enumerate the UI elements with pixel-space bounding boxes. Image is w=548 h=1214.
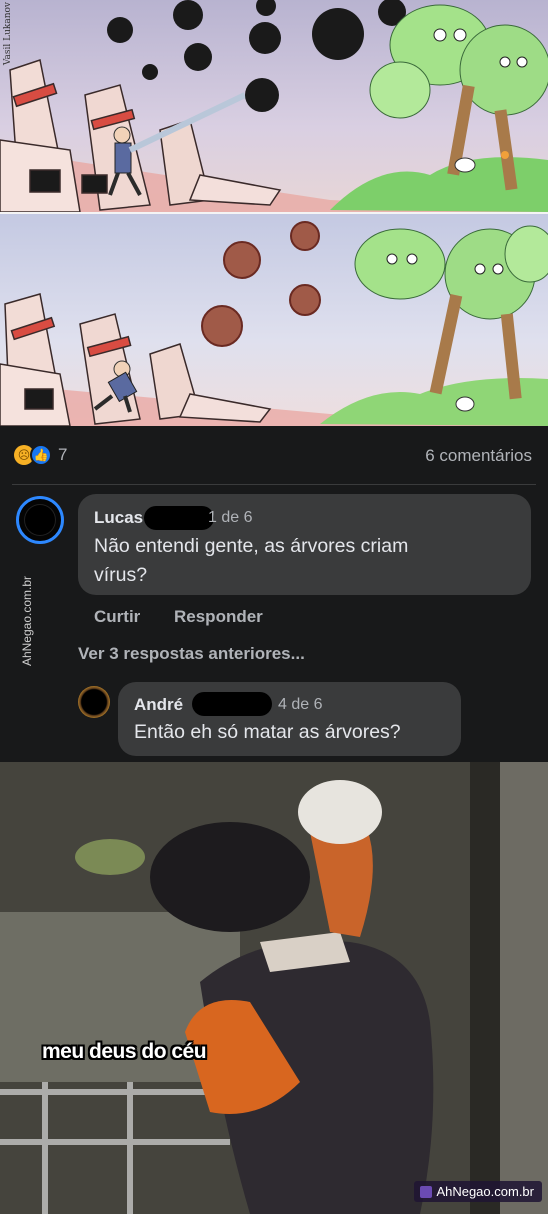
reply-author-name[interactable]: André <box>134 695 183 715</box>
comment-text-line-2: vírus? <box>94 564 148 586</box>
separator <box>12 484 536 485</box>
comment-timestamp: 1 de 6 <box>208 509 253 526</box>
watermark-text: AhNegao.com.br <box>436 1184 534 1199</box>
avatar[interactable] <box>16 496 64 544</box>
side-watermark-text: AhNegao.com.br <box>20 576 34 667</box>
redaction-scribble <box>144 506 214 530</box>
reply-text: Então eh só matar as árvores? <box>134 721 401 743</box>
reactions-summary[interactable]: ☹ 👍 7 <box>14 444 67 466</box>
meme-photo: meu deus do céu AhNegao.com.br <box>0 762 548 1214</box>
reply-timestamp: 4 de 6 <box>278 696 323 713</box>
like-button[interactable]: Curtir <box>94 607 140 627</box>
comic-panel-smoke: Vasil Lukanov <box>0 0 548 212</box>
redaction-scribble <box>192 692 272 716</box>
comic-illustration-smoke <box>0 0 548 212</box>
watermark: AhNegao.com.br <box>414 1181 542 1202</box>
meme-caption: meu deus do céu <box>42 1040 207 1063</box>
avatar[interactable] <box>78 686 110 718</box>
comic-signature: Vasil Lukanov <box>3 2 13 66</box>
comments-count-link[interactable]: 6 comentários <box>425 446 532 466</box>
side-watermark: AhNegao.com.br <box>20 576 44 686</box>
comment-bubble: Lucas 1 de 6 Não entendi gente, as árvor… <box>78 494 531 595</box>
site-logo-icon <box>420 1185 433 1198</box>
comment-text-line-1: Não entendi gente, as árvores criam <box>94 535 409 557</box>
reaction-count: 7 <box>58 445 68 464</box>
reply-button[interactable]: Responder <box>174 607 263 627</box>
goofy-photo-illustration <box>0 762 548 1214</box>
facebook-comments-section: ☹ 👍 7 6 comentários Lucas 1 de 6 Não ent… <box>0 426 548 762</box>
thumbs-up-icon: 👍 <box>30 444 52 466</box>
comic-illustration-virus <box>0 221 548 426</box>
view-previous-replies-link[interactable]: Ver 3 respostas anteriores... <box>78 644 305 664</box>
commenter-name[interactable]: Lucas <box>94 508 143 528</box>
reply-bubble: André 4 de 6 Então eh só matar as árvore… <box>118 682 461 756</box>
comic-panel-virus <box>0 214 548 426</box>
